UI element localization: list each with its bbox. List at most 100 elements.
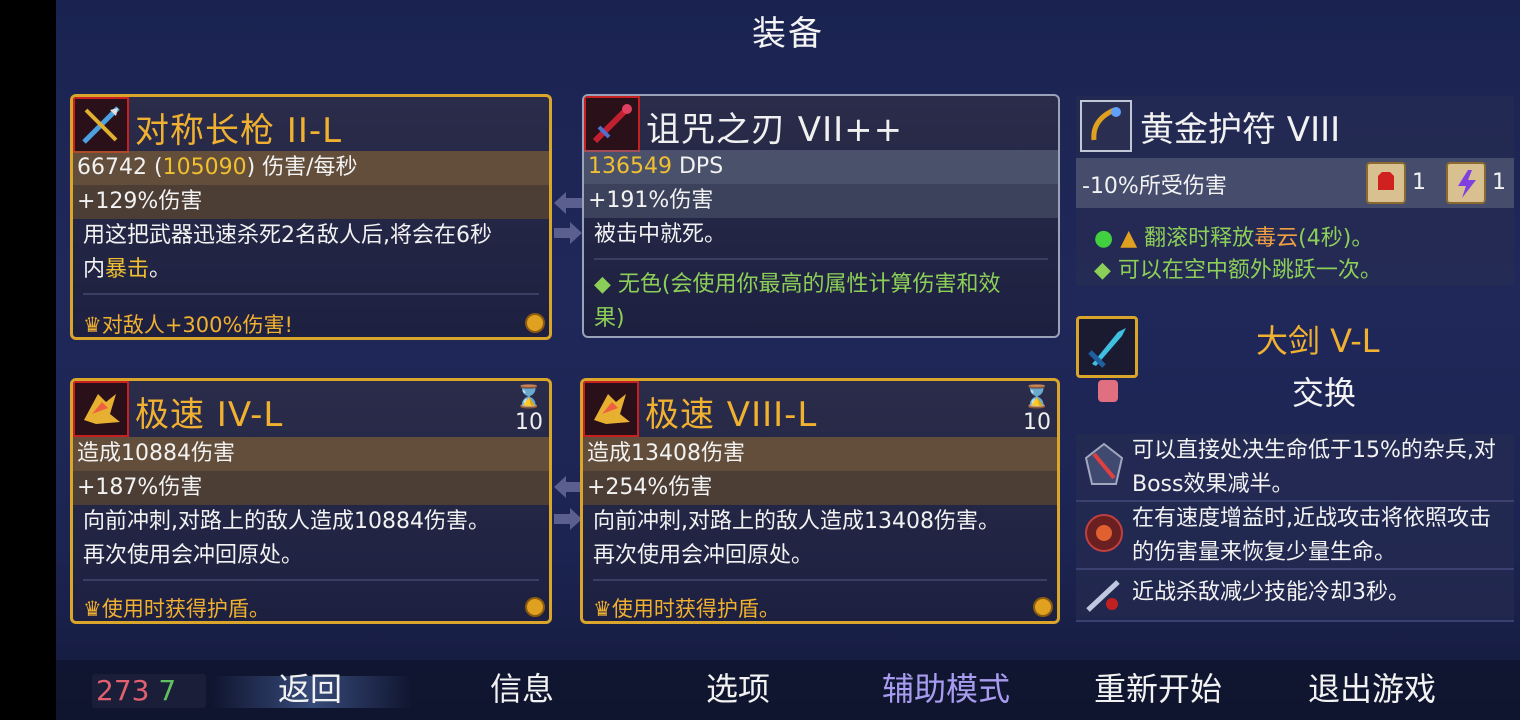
weapon-dps: 136549 DPS [584,150,1058,184]
skill-card-primary[interactable]: 极速 IV-L ⌛ 10 造成10884伤害 +187%伤害 向前冲刺,对路上的敌… [70,378,552,624]
desc-crit-keyword: 暴击 [105,257,150,282]
dps-value: 136549 [588,154,672,179]
desc-line-1: 用这把武器迅速杀死2名敌人后,将会在6秒 [83,223,492,248]
divider [83,293,539,295]
affix-line-2: 果) [594,306,625,331]
mutation-item[interactable]: 近战杀敌减少技能冷却3秒。 [1076,570,1514,622]
vampirism-mutation-icon [1082,508,1126,558]
skill-bonus: +187%伤害 [73,471,549,505]
weapon-card-secondary[interactable]: 诅咒之刃 VII++ 136549 DPS +191%伤害 被击中就死。 ◆ 无… [582,94,1060,338]
inventory-screen: 装备 对称长枪 II-L 66742 (105090) 伤害/每秒 +129%伤… [56,0,1520,720]
arrow-left-icon [554,192,582,214]
menu-assist-mode[interactable]: 辅助模式 [882,664,1010,710]
speed-skill-icon [583,381,639,437]
skill-name: 极速 IV-L [135,395,284,435]
weapon-dps: 66742 (105090) 伤害/每秒 [73,151,549,185]
mutation-text: 可以直接处决生命低于15%的杂兵,对Boss效果减半。 [1132,438,1496,497]
swap-panel[interactable]: 大剑 V-L 交换 [1076,316,1514,412]
cooldown: ⌛ 10 [509,385,549,435]
dps-unit: 伤害/每秒 [262,155,358,180]
spear-icon [73,97,129,153]
legendary-gem-icon [525,313,545,333]
desc-line-2c: 。 [149,257,172,282]
skill-bonus: +254%伤害 [583,471,1057,505]
legendary-gem-icon [1033,597,1053,617]
cursed-sword-icon [584,96,640,152]
dps-unit: DPS [678,154,724,179]
cooldown-value: 10 [1023,410,1051,435]
weapon-name: 对称长枪 II-L [135,111,343,151]
arrow-right-icon [554,222,582,244]
skill-card-secondary[interactable]: 极速 VIII-L ⌛ 10 造成13408伤害 +254%伤害 向前冲刺,对路上… [580,378,1060,624]
mutation-text: 近战杀敌减少技能冷却3秒。 [1132,580,1410,605]
weapon-bonus: +191%伤害 [584,184,1058,218]
hourglass-icon: ⌛ [1023,385,1051,410]
diamond-icon: ◆ [1094,258,1111,283]
skill-legendary-perk: ♛使用时获得护盾。 [83,593,270,621]
brutality-scroll-icon [1366,162,1406,204]
swap-action[interactable]: 交换 [1292,368,1356,414]
amulet-icon [1080,100,1132,152]
skill-name: 极速 VIII-L [645,395,818,435]
flame-icon: ▲ [1120,226,1138,251]
menu-restart[interactable]: 重新开始 [1094,664,1222,710]
diamond-icon: ◆ [594,272,611,297]
desc-line-2a: 内 [83,257,106,282]
desc-line-2: 再次使用会冲回原处。 [593,543,814,568]
crown-icon: ♛ [83,597,102,621]
skill-description: 向前冲刺,对路上的敌人造成10884伤害。 再次使用会冲回原处。 [83,505,543,573]
execution-mutation-icon [1082,440,1126,490]
menu-info[interactable]: 信息 [490,664,554,710]
arrow-right-icon [554,508,582,530]
weapon-card-primary[interactable]: 对称长枪 II-L 66742 (105090) 伤害/每秒 +129%伤害 用… [70,94,552,340]
desc-line-2: 再次使用会冲回原处。 [83,543,304,568]
menu-quit[interactable]: 退出游戏 [1308,664,1436,710]
hourglass-icon: ⌛ [515,385,543,410]
swap-item-name: 大剑 V-L [1256,322,1380,360]
cooldown: ⌛ 10 [1017,385,1057,435]
weapon-description: 用这把武器迅速杀死2名敌人后,将会在6秒 内暴击。 [83,219,543,287]
skill-damage: 造成10884伤害 [73,437,549,471]
poison-icon: ● [1094,226,1114,251]
mutation-text: 在有速度增益时,近战攻击将依照攻击的伤害量来恢复少量生命。 [1132,506,1491,565]
screen: 装备 对称长枪 II-L 66742 (105090) 伤害/每秒 +129%伤… [0,0,1520,720]
mutation-item[interactable]: 可以直接处决生命低于15%的杂兵,对Boss效果减半。 [1076,434,1514,502]
crown-icon: ♛ [83,313,102,337]
brutality-count: 1 [1412,170,1426,195]
mutation-item[interactable]: 在有速度增益时,近战攻击将依照攻击的伤害量来恢复少量生命。 [1076,502,1514,570]
skill-description: 向前冲刺,对路上的敌人造成13408伤害。 再次使用会冲回原处。 [593,505,1051,573]
weapon-name: 诅咒之刃 VII++ [646,110,904,150]
skill-damage: 造成13408伤害 [583,437,1057,471]
arrow-left-icon [554,476,582,498]
amulet-card[interactable]: 黄金护符 VIII -10%所受伤害 1 1 ● ▲ 翻滚时释放毒云(4秒)。 … [1076,96,1514,286]
dps-crit-value: 105090 [162,155,247,180]
desc-line-1: 向前冲刺,对路上的敌人造成10884伤害。 [83,509,490,534]
speed-skill-icon [73,381,129,437]
divider [593,579,1047,581]
perk-text: 对敌人+300%伤害! [101,313,293,337]
cooldown-value: 10 [515,410,543,435]
amulet-stat: -10%所受伤害 [1082,174,1227,199]
greatsword-icon [1076,316,1138,378]
amulet-effect-2: ◆ 可以在空中额外跳跃一次。 [1094,258,1382,283]
tactics-scroll-icon [1446,162,1486,204]
menu-options[interactable]: 选项 [706,664,770,710]
divider [83,579,539,581]
crown-icon: ♛ [593,597,612,621]
screen-title: 装备 [752,14,824,54]
skull-icon [1098,380,1118,402]
weapon-description: 被击中就死。 [594,222,727,247]
dps-value: 66742 [77,155,147,180]
amulet-stat-row: -10%所受伤害 1 1 [1076,158,1514,208]
weapon-affix: ◆ 无色(会使用你最高的属性计算伤害和效 果) [594,268,1052,336]
weapon-legendary-perk: ♛对敌人+300%伤害! [83,309,293,337]
skill-legendary-perk: ♛使用时获得护盾。 [593,593,780,621]
tactics-count: 1 [1492,170,1506,195]
weapon-bonus: +129%伤害 [73,185,549,219]
affix-line-1: 无色(会使用你最高的属性计算伤害和效 [617,272,1001,297]
counter-b: 7 [158,674,177,707]
menu-back[interactable]: 返回 [278,664,342,710]
counter-box: 273 7 [92,674,206,708]
amulet-name: 黄金护符 VIII [1140,110,1341,150]
desc-line-1: 向前冲刺,对路上的敌人造成13408伤害。 [593,509,1000,534]
